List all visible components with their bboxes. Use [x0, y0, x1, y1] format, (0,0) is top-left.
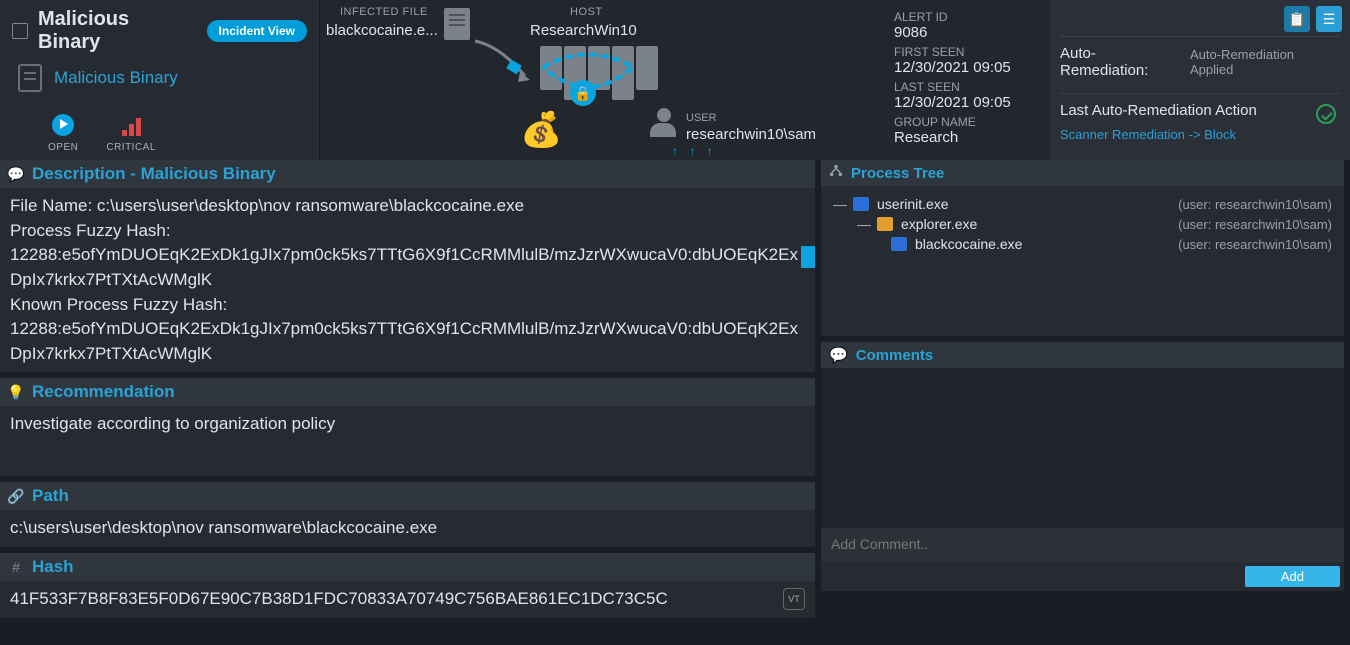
- tree-node[interactable]: — explorer.exe (user: researchwin10\sam): [857, 214, 1332, 234]
- description-title: Description - Malicious Binary: [32, 164, 276, 184]
- speech-icon: 💬: [8, 166, 24, 182]
- status-critical[interactable]: CRITICAL: [106, 114, 156, 153]
- last-action-link[interactable]: Scanner Remediation -> Block: [1060, 127, 1236, 142]
- documents-cluster-icon: [540, 46, 658, 100]
- scroll-marker[interactable]: [801, 246, 815, 268]
- path-value: c:\users\user\desktop\nov ransomware\bla…: [0, 510, 815, 547]
- alert-id-value: 9086: [894, 24, 1046, 41]
- last-action-label: Last Auto-Remediation Action: [1060, 102, 1340, 119]
- explorer-icon: [877, 217, 893, 231]
- file-icon: [444, 8, 470, 40]
- alert-id-label: ALERT ID: [894, 10, 1046, 24]
- lock-icon: 🔒: [570, 80, 596, 106]
- comment-icon: 💬: [829, 346, 848, 364]
- user-name[interactable]: researchwin10\sam: [686, 126, 816, 143]
- moneybag-icon: 💰: [520, 110, 562, 150]
- clipboard-icon[interactable]: 📋: [1284, 6, 1310, 32]
- auto-remediation-value: Auto-Remediation Applied: [1190, 47, 1340, 77]
- group-value: Research: [894, 129, 1046, 146]
- process-icon: [853, 197, 869, 211]
- tree-icon: [829, 164, 843, 182]
- incident-graph: INFECTED FILE blackcocaine.e... HOST Res…: [320, 0, 890, 160]
- host-label: HOST: [570, 6, 603, 18]
- recommendation-title: Recommendation: [32, 382, 175, 402]
- infected-file-name[interactable]: blackcocaine.e...: [326, 22, 438, 39]
- success-check-icon: [1316, 104, 1336, 124]
- play-icon: [52, 114, 74, 136]
- virustotal-badge[interactable]: VT: [783, 588, 805, 610]
- process-icon: [891, 237, 907, 251]
- add-comment-button[interactable]: Add: [1245, 566, 1340, 587]
- first-seen-value: 12/30/2021 09:05: [894, 59, 1046, 76]
- recommendation-body: Investigate according to organization po…: [0, 406, 815, 476]
- hash-icon: #: [8, 559, 24, 575]
- severity-bars-icon: [106, 114, 156, 136]
- infected-file-label: INFECTED FILE: [340, 6, 428, 18]
- lightbulb-icon: 💡: [8, 384, 24, 400]
- description-body: File Name: c:\users\user\desktop\nov ran…: [0, 188, 815, 372]
- user-label: USER: [686, 112, 717, 124]
- list-icon[interactable]: ☰: [1316, 6, 1342, 32]
- alert-subtitle[interactable]: Malicious Binary: [54, 68, 178, 88]
- hash-title: Hash: [32, 557, 74, 577]
- group-label: GROUP NAME: [894, 115, 1046, 129]
- comments-list: [821, 368, 1344, 528]
- user-icon: [650, 108, 678, 136]
- document-icon: [18, 64, 42, 92]
- status-open[interactable]: OPEN: [48, 114, 78, 153]
- auto-remediation-label: Auto-Remediation:: [1060, 45, 1184, 79]
- host-name[interactable]: ResearchWin10: [530, 22, 637, 39]
- upload-arrows-icon[interactable]: ↑ ↑ ↑: [672, 144, 717, 158]
- select-checkbox[interactable]: [12, 23, 28, 39]
- first-seen-label: FIRST SEEN: [894, 45, 1046, 59]
- link-icon: 🔗: [8, 488, 24, 504]
- tree-node[interactable]: blackcocaine.exe (user: researchwin10\sa…: [891, 234, 1332, 254]
- process-tree-title: Process Tree: [851, 165, 944, 182]
- incident-view-pill[interactable]: Incident View: [207, 20, 307, 42]
- collapse-icon[interactable]: —: [857, 216, 869, 232]
- arrow-icon: [470, 36, 540, 86]
- collapse-icon[interactable]: —: [833, 196, 845, 212]
- comment-input[interactable]: Add Comment..: [821, 528, 1344, 562]
- last-seen-value: 12/30/2021 09:05: [894, 94, 1046, 111]
- page-title: Malicious Binary: [38, 8, 197, 54]
- tree-node[interactable]: — userinit.exe (user: researchwin10\sam): [833, 194, 1332, 214]
- hash-value: 41F533F7B8F83E5F0D67E90C7B38D1FDC70833A7…: [10, 587, 777, 612]
- last-seen-label: LAST SEEN: [894, 80, 1046, 94]
- comments-title: Comments: [856, 347, 934, 364]
- path-title: Path: [32, 486, 69, 506]
